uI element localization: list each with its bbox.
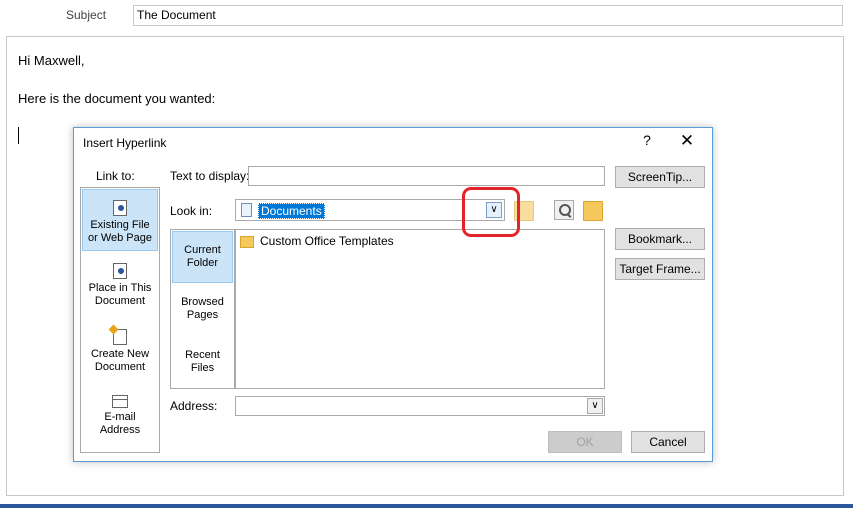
email-icon [112, 395, 128, 408]
bookmark-button[interactable]: Bookmark... [615, 228, 705, 250]
text-to-display-label: Text to display: [170, 169, 250, 183]
web-page-icon [113, 200, 127, 216]
link-option-email-address[interactable]: E-mail Address [82, 395, 158, 451]
nav-browsed-pages[interactable]: Browsed Pages [172, 296, 233, 326]
link-option-create-new-document[interactable]: Create New Document [82, 329, 158, 385]
link-option-label: Document [94, 361, 146, 373]
nav-current-folder[interactable]: Current Folder [172, 231, 233, 283]
text-caret [18, 127, 19, 144]
file-name: Custom Office Templates [260, 234, 394, 248]
bottom-bar [0, 504, 853, 508]
subject-field[interactable]: The Document [133, 5, 843, 26]
link-option-label: E-mail [104, 411, 136, 423]
nav-item-label: Pages [186, 309, 219, 321]
browse-file-icon[interactable] [583, 201, 603, 221]
nav-item-label: Browsed [181, 296, 224, 308]
browse-nav-panel: Current Folder Browsed Pages Recent File… [170, 229, 235, 389]
red-highlight-annotation [462, 187, 520, 237]
screentip-button[interactable]: ScreenTip... [615, 166, 705, 188]
greeting-text: Hi Maxwell, [18, 53, 85, 68]
ok-button[interactable]: OK [548, 431, 622, 453]
place-in-document-icon [113, 263, 127, 279]
address-input[interactable]: ∨ [235, 396, 605, 416]
target-frame-button[interactable]: Target Frame... [615, 258, 705, 280]
help-button[interactable]: ? [640, 132, 654, 148]
nav-item-label: Current [184, 244, 221, 256]
link-option-label: Document [94, 295, 146, 307]
body-text: Here is the document you wanted: [18, 91, 216, 106]
close-button[interactable]: ✕ [677, 131, 697, 151]
link-option-label: Address [99, 424, 141, 436]
link-to-label: Link to: [96, 169, 135, 183]
list-item[interactable]: Custom Office Templates [240, 233, 394, 249]
address-label: Address: [170, 399, 218, 413]
link-option-label: Existing File [90, 219, 150, 231]
nav-item-label: Recent [185, 349, 220, 361]
new-document-icon [113, 329, 127, 345]
cancel-button[interactable]: Cancel [631, 431, 705, 453]
link-to-panel: Existing File or Web Page Place in This … [80, 187, 160, 453]
link-option-existing-file[interactable]: Existing File or Web Page [82, 189, 158, 251]
link-option-place-in-document[interactable]: Place in This Document [82, 263, 158, 319]
file-list[interactable]: Custom Office Templates [235, 229, 605, 389]
look-in-label: Look in: [170, 204, 213, 218]
link-option-label: Create New [90, 348, 150, 360]
insert-hyperlink-dialog: Insert Hyperlink ? ✕ Link to: Existing F… [73, 127, 713, 462]
text-to-display-input[interactable] [248, 166, 605, 186]
documents-icon [241, 203, 252, 217]
folder-icon [240, 235, 254, 248]
look-in-selected-value: Documents [258, 203, 325, 219]
subject-label: Subject [66, 8, 107, 22]
browse-web-icon[interactable] [554, 200, 574, 220]
nav-item-label: Files [190, 362, 215, 374]
link-option-label: Place in This [88, 282, 152, 294]
link-option-label: or Web Page [87, 232, 152, 244]
dialog-title: Insert Hyperlink [83, 136, 167, 150]
nav-recent-files[interactable]: Recent Files [172, 349, 233, 379]
chevron-down-icon[interactable]: ∨ [587, 398, 603, 414]
nav-item-label: Folder [186, 257, 219, 269]
